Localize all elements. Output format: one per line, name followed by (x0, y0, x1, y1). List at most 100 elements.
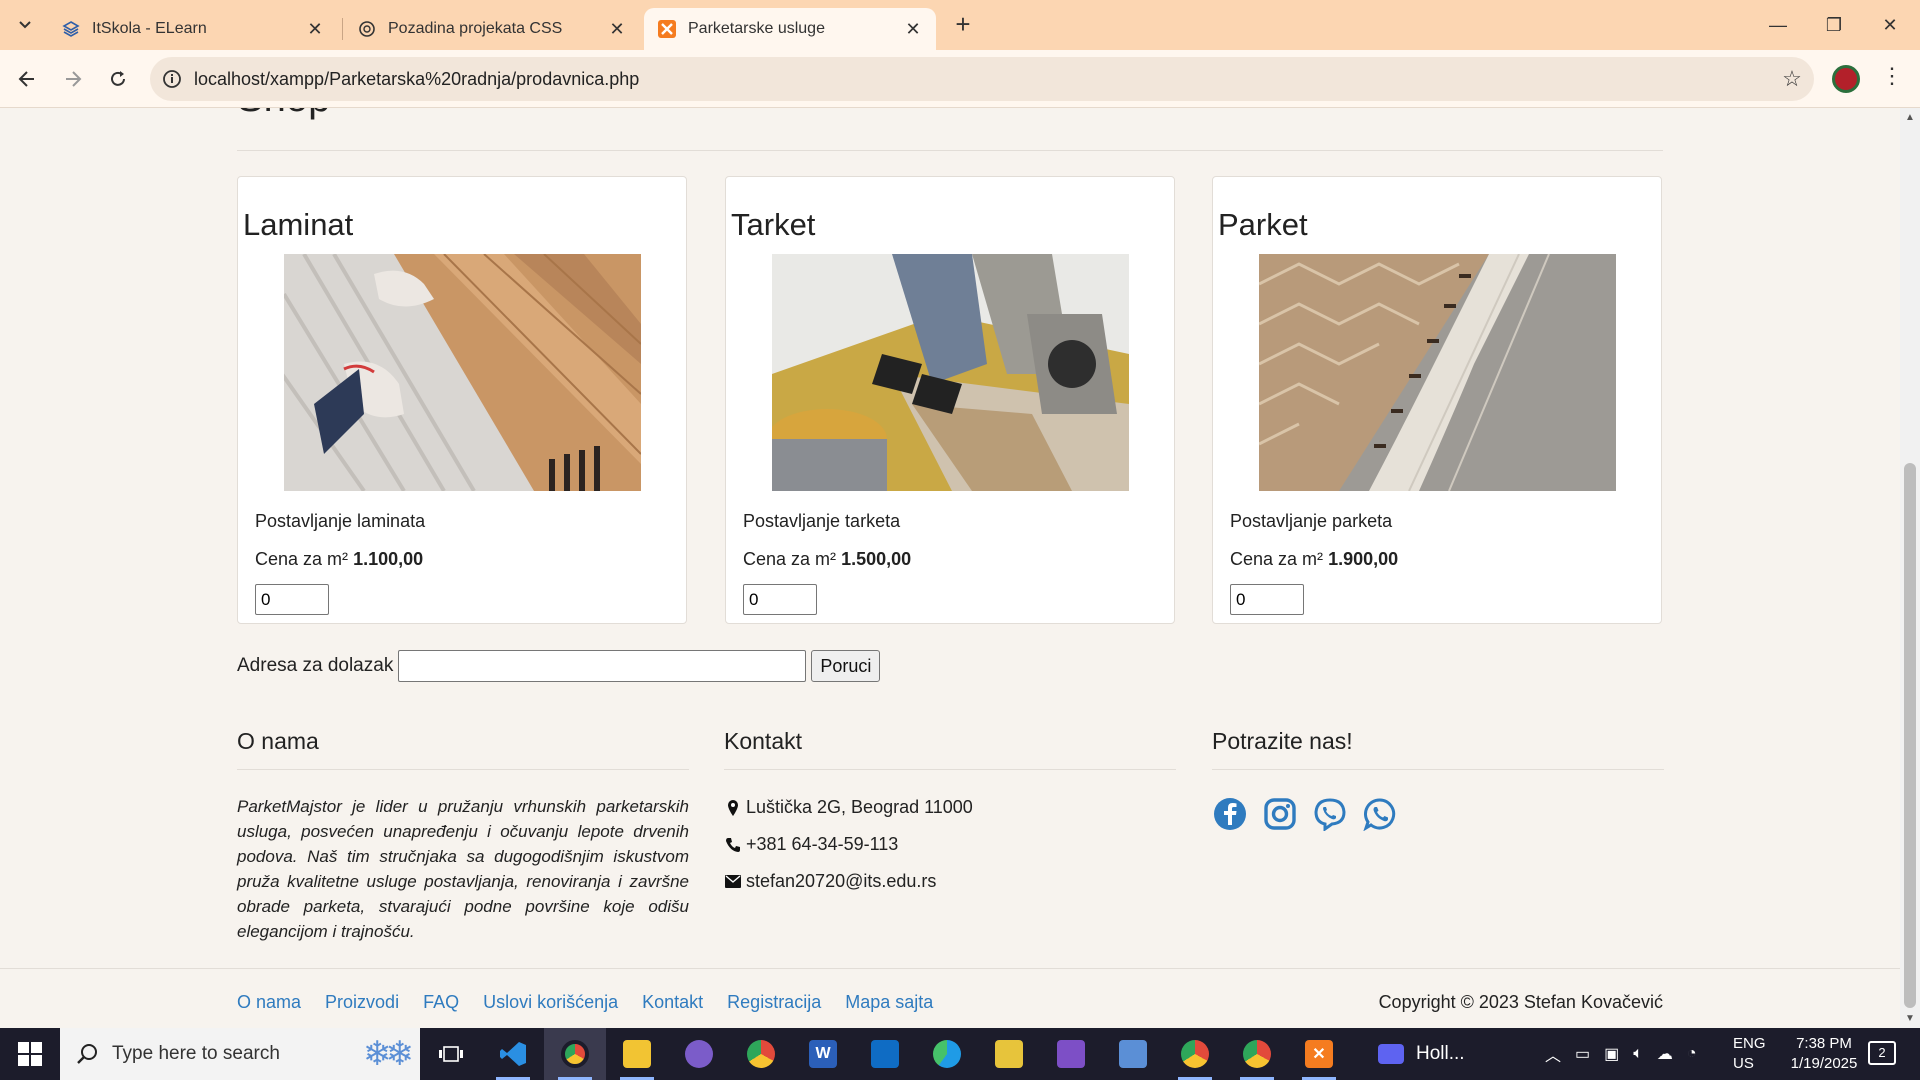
instagram-icon[interactable] (1262, 796, 1298, 832)
scroll-up-icon[interactable]: ▲ (1900, 112, 1920, 123)
layers-icon (62, 20, 80, 38)
close-icon[interactable]: ✕ (608, 19, 626, 40)
viber-icon[interactable] (1312, 796, 1348, 832)
product-card-tarket: Tarket Postavljanje tarketa Cena za m² 1… (725, 176, 1175, 624)
price-value: 1.100,00 (353, 549, 424, 569)
language-indicator[interactable]: ENG US (1733, 1034, 1766, 1074)
footer-link-proizvodi[interactable]: Proizvodi (325, 992, 399, 1013)
site-info-icon[interactable] (150, 69, 194, 89)
footer-link-uslovi[interactable]: Uslovi korišćenja (483, 992, 618, 1013)
reload-button[interactable] (102, 63, 134, 95)
product-price: Cena za m² 1.900,00 (1230, 549, 1398, 570)
minimize-button[interactable]: — (1750, 8, 1806, 42)
page-viewport: Shop Laminat Postavljanje la (0, 108, 1900, 1028)
taskbar-vscode[interactable] (482, 1028, 544, 1080)
taskbar-clock[interactable]: 7:38 PM 1/19/2025 (1778, 1034, 1870, 1074)
product-description: Postavljanje parketa (1230, 511, 1393, 531)
scrollbar-thumb[interactable] (1904, 463, 1916, 1008)
tab-strip: ItSkola - ELearn ✕ Pozadina projekata CS… (0, 0, 1920, 50)
product-image-laminat (284, 254, 641, 491)
quantity-input-tarket[interactable] (743, 584, 817, 615)
new-tab-button[interactable]: + (950, 11, 976, 38)
product-title: Tarket (731, 207, 816, 242)
scroll-down-icon[interactable]: ▼ (1900, 1013, 1920, 1024)
divider (1212, 769, 1664, 770)
wifi-icon[interactable]: ◔ (1687, 1045, 1697, 1063)
taskbar-chrome-s[interactable] (1164, 1028, 1226, 1080)
taskbar-xampp[interactable]: ✕ (1288, 1028, 1350, 1080)
footer-link-o-nama[interactable]: O nama (237, 992, 301, 1013)
email-text: stefan20720@its.edu.rs (746, 871, 937, 891)
footer-link-faq[interactable]: FAQ (423, 992, 459, 1013)
address-input[interactable] (398, 650, 807, 682)
weather-icon[interactable]: ☁︎ (1657, 1044, 1673, 1064)
notes-icon (995, 1040, 1023, 1068)
taskbar-word[interactable]: W (792, 1028, 854, 1080)
tab-pozadina[interactable]: Pozadina projekata CSS ✕ (344, 8, 640, 50)
divider (237, 769, 689, 770)
taskbar-chrome-profile[interactable] (544, 1028, 606, 1080)
clock-date: 1/19/2025 (1790, 1055, 1858, 1072)
word-icon: W (809, 1040, 837, 1068)
start-button[interactable] (0, 1028, 60, 1080)
footer-link-registracija[interactable]: Registracija (727, 992, 821, 1013)
meet-now-icon[interactable]: ▣ (1604, 1044, 1619, 1064)
window-close-button[interactable]: ✕ (1862, 8, 1918, 42)
product-card-laminat: Laminat Postavljanje laminata Cena za m²… (237, 176, 687, 624)
close-icon[interactable]: ✕ (306, 19, 324, 40)
taskbar-app-blue[interactable] (854, 1028, 916, 1080)
restore-button[interactable]: ❐ (1806, 8, 1862, 42)
taskbar-github[interactable] (668, 1028, 730, 1080)
taskbar-search[interactable]: Type here to search ❄❄ (60, 1028, 420, 1080)
back-button[interactable] (11, 63, 43, 95)
order-button[interactable]: Poruci (811, 650, 881, 682)
footer-link-mapa-sajta[interactable]: Mapa sajta (845, 992, 933, 1013)
footer-links: O nama Proizvodi FAQ Uslovi korišćenja K… (237, 992, 957, 1013)
quantity-input-parket[interactable] (1230, 584, 1304, 615)
divider (237, 150, 1663, 151)
taskbar-cube-app[interactable] (1102, 1028, 1164, 1080)
close-icon[interactable]: ✕ (904, 19, 922, 40)
taskbar-running-app[interactable]: Holl... (1378, 1043, 1465, 1065)
profile-avatar[interactable] (1832, 65, 1860, 93)
taskbar-edge[interactable] (916, 1028, 978, 1080)
page-scrollbar[interactable]: ▲ ▼ (1900, 108, 1920, 1028)
battery-icon[interactable]: ▭ (1575, 1044, 1590, 1064)
github-icon (685, 1040, 713, 1068)
tab-search-button[interactable] (12, 12, 38, 38)
footer-link-kontakt[interactable]: Kontakt (642, 992, 703, 1013)
facebook-icon[interactable] (1212, 796, 1248, 832)
taskbar-file-explorer[interactable] (606, 1028, 668, 1080)
tab-parketarske-usluge[interactable]: Parketarske usluge ✕ (644, 8, 936, 50)
tab-title: Pozadina projekata CSS (388, 20, 563, 37)
price-value: 1.900,00 (1328, 549, 1399, 569)
about-text: ParketMajstor je lider u pružanju vrhuns… (237, 797, 689, 941)
taskbar-sticky-app[interactable] (978, 1028, 1040, 1080)
quantity-input-laminat[interactable] (255, 584, 329, 615)
taskbar-chrome[interactable] (730, 1028, 792, 1080)
tab-itskola[interactable]: ItSkola - ELearn ✕ (48, 8, 338, 50)
notification-center-button[interactable]: 2 (1868, 1041, 1896, 1065)
phone-icon (724, 837, 742, 853)
xampp-icon (658, 20, 676, 38)
chrome-icon (1243, 1040, 1271, 1068)
running-app-label: Holl... (1416, 1043, 1465, 1064)
volume-icon[interactable]: 🔈︎ (1633, 1045, 1643, 1063)
product-image-tarket (772, 254, 1129, 491)
chevron-up-icon[interactable]: ︿ (1545, 1042, 1561, 1066)
windows-logo-icon (18, 1042, 42, 1066)
divider (0, 968, 1900, 969)
price-label: Cena za m² (743, 549, 837, 569)
whatsapp-icon[interactable] (1362, 796, 1398, 832)
task-view-button[interactable] (420, 1028, 482, 1080)
bookmark-star-icon[interactable]: ☆ (1770, 66, 1814, 92)
product-description: Postavljanje laminata (255, 511, 426, 531)
address-bar[interactable]: localhost/xampp/Parketarska%20radnja/pro… (150, 57, 1814, 101)
price-value: 1.500,00 (841, 549, 912, 569)
forward-button[interactable] (57, 63, 89, 95)
browser-menu-button[interactable]: ⋮ (1880, 63, 1904, 95)
taskbar-chrome-2[interactable] (1226, 1028, 1288, 1080)
contact-email: stefan20720@its.edu.rs (724, 863, 1176, 900)
footer-contact: Kontakt Luštička 2G, Beograd 11000 +381 … (724, 728, 1176, 900)
taskbar-visual-studio[interactable] (1040, 1028, 1102, 1080)
